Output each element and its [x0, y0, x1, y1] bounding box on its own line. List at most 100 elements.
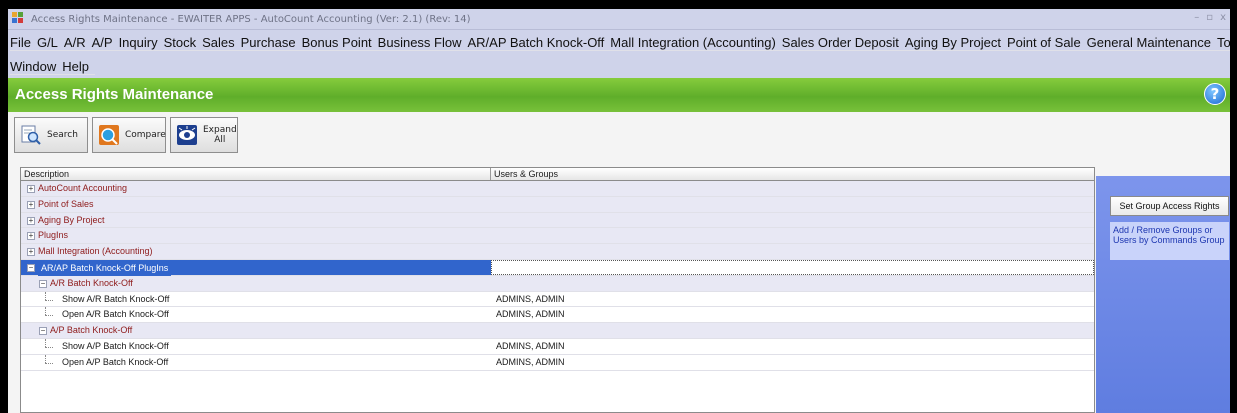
menu-item-window[interactable]: Window — [10, 59, 56, 74]
menu-item-aging-by-project[interactable]: Aging By Project — [905, 35, 1001, 50]
side-panel-description: Add / Remove Groups or Users by Commands… — [1110, 222, 1229, 260]
menu-item-business-flow[interactable]: Business Flow — [378, 35, 462, 50]
maximize-button[interactable]: ▫ — [1206, 12, 1213, 23]
tree-row[interactable]: Open A/R Batch Knock-Off ADMINS, ADMIN — [21, 307, 1094, 324]
menu-item-inquiry[interactable]: Inquiry — [119, 35, 158, 50]
minimize-button[interactable]: – — [1194, 12, 1199, 23]
menu-item-stock[interactable]: Stock — [164, 35, 197, 50]
tree-row-users: ADMINS, ADMIN — [496, 309, 565, 320]
tree-row-description: − A/P Batch Knock-Off — [21, 323, 491, 338]
tree-header: Description Users & Groups — [21, 168, 1094, 181]
menu-item-bonus-point[interactable]: Bonus Point — [302, 35, 372, 50]
compare-button[interactable]: Compare — [92, 117, 166, 153]
tree-connector — [45, 299, 53, 301]
tree-row-description: Show A/R Batch Knock-Off — [21, 291, 491, 307]
tree-row-label: Open A/P Batch Knock-Off — [62, 356, 169, 367]
expand-icon[interactable]: + — [27, 200, 35, 209]
tree-connector — [45, 346, 53, 348]
tree-row-users: ADMINS, ADMIN — [496, 340, 565, 351]
tree-row-users — [491, 181, 1094, 196]
tree-row-description: Show A/P Batch Knock-Off — [21, 338, 491, 354]
tree-row-label: PlugIns — [38, 230, 69, 241]
menu-item-sales[interactable]: Sales — [202, 35, 235, 50]
menu-item-a-p[interactable]: A/P — [92, 35, 113, 50]
menu-item-point-of-sale[interactable]: Point of Sale — [1007, 35, 1081, 50]
tree-row[interactable]: + PlugIns — [21, 228, 1094, 245]
search-button[interactable]: Search — [14, 117, 88, 153]
set-group-access-rights-button[interactable]: Set Group Access Rights — [1110, 196, 1229, 216]
tree-row[interactable]: − A/P Batch Knock-Off — [21, 323, 1094, 339]
menu-item-g-l[interactable]: G/L — [37, 35, 58, 50]
page-banner: Access Rights Maintenance ? — [8, 78, 1230, 112]
tree-row-label: AR/AP Batch Knock-Off PlugIns — [38, 259, 172, 277]
collapse-icon[interactable]: − — [39, 279, 47, 288]
tree-connector — [45, 291, 46, 300]
tree-row-users: ADMINS, ADMIN — [496, 293, 565, 304]
menu-item-sales-order-deposit[interactable]: Sales Order Deposit — [782, 35, 899, 50]
tree-row-description: Open A/P Batch Knock-Off — [21, 354, 491, 370]
collapse-icon[interactable]: − — [27, 263, 35, 272]
eye-icon — [176, 124, 198, 146]
page-title: Access Rights Maintenance — [15, 86, 214, 103]
expand-label: Expand — [203, 125, 237, 135]
tree-row[interactable]: Open A/P Batch Knock-Off ADMINS, ADMIN — [21, 354, 1094, 371]
expand-icon[interactable]: + — [27, 216, 35, 225]
app-icon — [12, 12, 26, 26]
tree-row[interactable]: Show A/R Batch Knock-Off ADMINS, ADMIN — [21, 291, 1094, 308]
tree-row-users — [491, 276, 1094, 291]
tree-row-label: A/P Batch Knock-Off — [50, 325, 133, 336]
tree-row-description: + AutoCount Accounting — [21, 181, 491, 196]
tree-connector — [45, 362, 53, 364]
compare-label: Compare — [125, 130, 166, 140]
tree-row-users — [491, 213, 1094, 228]
tree-connector — [45, 338, 46, 347]
title-bar: Access Rights Maintenance - EWAITER APPS… — [8, 9, 1230, 30]
expand-all-button[interactable]: Expand All — [170, 117, 238, 153]
tree-row-label: Point of Sales — [38, 198, 94, 209]
menu-item-general-maintenance[interactable]: General Maintenance — [1087, 35, 1211, 50]
column-header-users-groups[interactable]: Users & Groups — [491, 168, 558, 180]
tree-row[interactable]: Show A/P Batch Knock-Off ADMINS, ADMIN — [21, 338, 1094, 355]
tree-row-label: Mall Integration (Accounting) — [38, 246, 153, 257]
tree-row-label: Open A/R Batch Knock-Off — [62, 309, 169, 320]
tree-row[interactable]: − AR/AP Batch Knock-Off PlugIns — [21, 259, 1094, 277]
collapse-icon[interactable]: − — [39, 327, 47, 336]
tree-connector — [45, 307, 46, 316]
menu-item-purchase[interactable]: Purchase — [241, 35, 296, 50]
menu-item-file[interactable]: File — [10, 35, 31, 50]
menu-item-help[interactable]: Help — [62, 59, 89, 74]
tree-row-description: − AR/AP Batch Knock-Off PlugIns — [21, 259, 491, 277]
tree-row-label: AutoCount Accounting — [38, 183, 128, 193]
expand-icon[interactable]: + — [27, 232, 35, 241]
tree-row[interactable]: + AutoCount Accounting — [21, 181, 1094, 197]
tree-row-users — [491, 323, 1094, 338]
menu-item-tools[interactable]: Tools — [1217, 35, 1230, 50]
expand-icon[interactable]: + — [27, 248, 35, 257]
tree-connector — [45, 354, 46, 363]
tree-row-label: Show A/P Batch Knock-Off — [62, 340, 169, 351]
help-icon[interactable]: ? — [1204, 83, 1226, 105]
tree-row[interactable]: + Point of Sales — [21, 196, 1094, 213]
expand-icon[interactable]: + — [27, 185, 35, 193]
close-button[interactable]: x — [1220, 12, 1226, 23]
window-title: Access Rights Maintenance - EWAITER APPS… — [31, 13, 471, 25]
menu-item-ar-ap-batch-knock-off[interactable]: AR/AP Batch Knock-Off — [467, 35, 604, 50]
app-window: Access Rights Maintenance - EWAITER APPS… — [8, 9, 1230, 413]
content-area: Search Compare Expand All Description Us… — [8, 112, 1230, 413]
tree-row-label: Aging By Project — [38, 214, 105, 225]
access-rights-tree: Description Users & Groups + AutoCount Ac… — [20, 167, 1095, 413]
column-header-description[interactable]: Description — [21, 168, 491, 180]
tree-row[interactable]: + Mall Integration (Accounting) — [21, 244, 1094, 260]
tree-row[interactable]: + Aging By Project — [21, 212, 1094, 229]
side-panel: Set Group Access Rights Add / Remove Gro… — [1096, 176, 1230, 413]
menu-item-a-r[interactable]: A/R — [64, 35, 86, 50]
tree-row-description: + Mall Integration (Accounting) — [21, 244, 491, 259]
menu-bar: File G/L A/R A/P Inquiry Stock Sales Purchase Bo… — [8, 30, 1230, 78]
tree-row[interactable]: − A/R Batch Knock-Off — [21, 275, 1094, 292]
tree-row-users: ADMINS, ADMIN — [496, 356, 565, 367]
menu-item-mall-integration-accounting[interactable]: Mall Integration (Accounting) — [610, 35, 775, 50]
tree-connector — [45, 315, 53, 317]
tree-row-users — [491, 259, 1094, 275]
tree-row-label: Show A/R Batch Knock-Off — [62, 293, 170, 304]
tree-row-users — [491, 197, 1094, 212]
